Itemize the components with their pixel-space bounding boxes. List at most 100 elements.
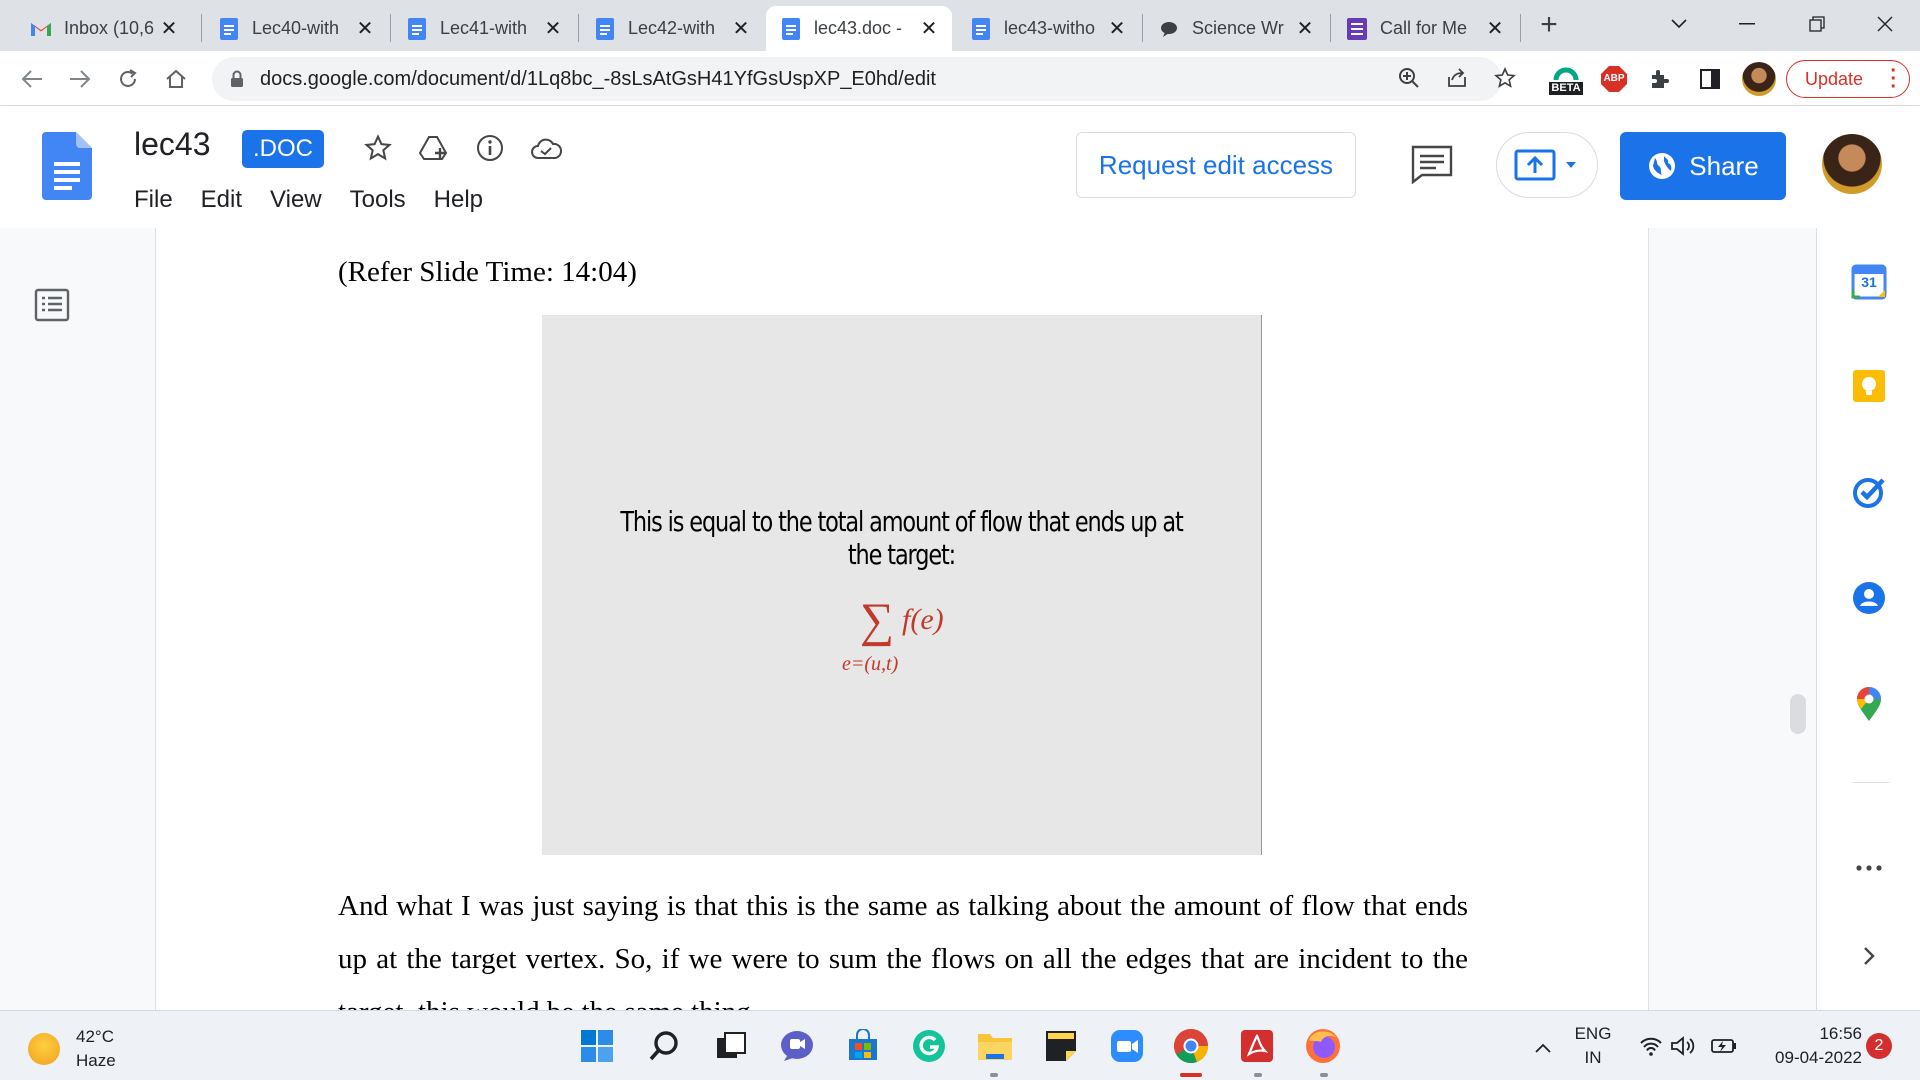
microsoft-store-icon[interactable] — [844, 1027, 882, 1065]
document-title[interactable]: lec43 — [134, 126, 211, 163]
reload-icon[interactable] — [112, 63, 144, 95]
minimize-icon[interactable] — [1724, 6, 1770, 42]
language-primary: ENG — [1574, 1024, 1612, 1043]
window-close-icon[interactable] — [1862, 6, 1908, 42]
profile-avatar[interactable] — [1742, 62, 1776, 96]
document-outline-icon[interactable] — [34, 288, 72, 324]
tab-title: lec43.doc - — [814, 18, 903, 38]
weather-widget[interactable]: 42°C Haze — [28, 1025, 116, 1073]
zoom-icon[interactable] — [1394, 63, 1424, 93]
docs-icon — [970, 17, 992, 40]
close-icon[interactable]: ✕ — [158, 18, 180, 40]
info-icon[interactable] — [474, 132, 506, 164]
close-icon[interactable]: ✕ — [1294, 18, 1316, 40]
close-icon[interactable]: ✕ — [730, 18, 752, 40]
tab-lec40[interactable]: Lec40-with ✕ — [204, 6, 388, 51]
wifi-icon[interactable] — [1636, 1027, 1666, 1065]
task-view-icon[interactable] — [712, 1027, 750, 1065]
request-edit-access-button[interactable]: Request edit access — [1076, 132, 1356, 198]
tab-title: Lec40-with — [252, 18, 340, 38]
more-vert-icon[interactable]: · · · — [1890, 61, 1897, 97]
close-icon[interactable]: ✕ — [1484, 18, 1506, 40]
search-icon[interactable] — [645, 1027, 683, 1065]
update-label: Update — [1805, 68, 1864, 89]
acrobat-icon[interactable] — [1238, 1027, 1276, 1065]
clock[interactable]: 16:56 09-04-2022 — [1744, 1022, 1862, 1070]
side-panel-icon[interactable] — [1696, 65, 1724, 93]
volume-icon[interactable] — [1668, 1027, 1698, 1065]
close-icon[interactable]: ✕ — [542, 18, 564, 40]
battery-icon[interactable] — [1708, 1027, 1740, 1065]
language-indicator[interactable]: ENG IN — [1572, 1022, 1614, 1070]
firefox-icon[interactable] — [1304, 1027, 1342, 1065]
menu-view[interactable]: View — [256, 182, 336, 218]
tab-call-for-members[interactable]: Call for Me ✕ — [1332, 6, 1518, 51]
zoom-app-icon[interactable] — [1108, 1027, 1146, 1065]
globe-icon — [1647, 151, 1677, 181]
forward-arrow-icon[interactable] — [64, 63, 96, 95]
bookmark-star-icon[interactable] — [1490, 63, 1520, 93]
menu-edit[interactable]: Edit — [187, 182, 256, 218]
extensions-puzzle-icon[interactable] — [1646, 65, 1674, 93]
notification-badge[interactable]: 2 — [1866, 1033, 1892, 1059]
running-indicator — [990, 1073, 998, 1077]
adblock-extension-icon[interactable]: ABP — [1600, 65, 1628, 93]
browser-tab-strip: Inbox (10,6 ✕ Lec40-with ✕ Lec41-with ✕ … — [0, 0, 1920, 51]
file-explorer-icon[interactable] — [976, 1027, 1014, 1065]
close-icon[interactable]: ✕ — [354, 18, 376, 40]
tray-chevron-up-icon[interactable] — [1524, 1029, 1562, 1067]
windows-start-icon[interactable] — [578, 1027, 616, 1065]
comment-history-icon[interactable] — [1410, 144, 1460, 188]
tasks-icon[interactable] — [1849, 472, 1889, 512]
url-text[interactable]: docs.google.com/document/d/1Lq8bc_-8sLsA… — [260, 68, 936, 91]
sticky-notes-icon[interactable] — [1042, 1027, 1080, 1065]
present-button[interactable] — [1496, 132, 1598, 198]
share-label: Share — [1689, 150, 1759, 181]
address-bar[interactable]: docs.google.com/document/d/1Lq8bc_-8sLsA… — [212, 57, 1502, 101]
grammarly-icon[interactable] — [910, 1027, 948, 1065]
tab-science-writing[interactable]: Science Wr ✕ — [1144, 6, 1328, 51]
back-arrow-icon[interactable] — [16, 63, 48, 95]
close-icon[interactable]: ✕ — [1106, 18, 1128, 40]
gmail-icon — [30, 18, 52, 40]
keep-icon[interactable] — [1849, 366, 1889, 406]
tab-lec42[interactable]: Lec42-with ✕ — [580, 6, 764, 51]
share-page-icon[interactable] — [1442, 63, 1472, 93]
home-icon[interactable] — [160, 63, 192, 95]
expand-panel-chevron-icon[interactable] — [1849, 936, 1889, 976]
cloud-saved-icon[interactable] — [530, 132, 562, 164]
tab-lec43-active[interactable]: lec43.doc - ✕ — [766, 6, 952, 51]
tab-lec43-without[interactable]: lec43-witho ✕ — [956, 6, 1140, 51]
close-icon[interactable]: ✕ — [918, 18, 940, 40]
share-button[interactable]: Share — [1620, 132, 1786, 200]
star-icon[interactable] — [362, 132, 394, 164]
account-avatar[interactable] — [1822, 134, 1882, 194]
lock-icon[interactable] — [228, 70, 246, 88]
update-button[interactable]: Update · · · — [1786, 60, 1910, 98]
maps-icon[interactable] — [1849, 684, 1889, 724]
temperature: 42°C — [76, 1027, 114, 1046]
tab-divider — [390, 14, 391, 42]
restore-icon[interactable] — [1794, 6, 1840, 42]
google-docs-logo-icon[interactable] — [42, 132, 92, 200]
tab-search-chevron-icon[interactable] — [1656, 6, 1702, 42]
new-tab-plus-icon[interactable]: + — [1536, 10, 1562, 40]
tab-gmail-inbox[interactable]: Inbox (10,6 ✕ — [16, 6, 192, 51]
menu-help[interactable]: Help — [420, 182, 497, 218]
teams-chat-icon[interactable] — [778, 1027, 816, 1065]
chrome-icon[interactable] — [1172, 1027, 1210, 1065]
contacts-icon[interactable] — [1849, 578, 1889, 618]
tab-divider — [578, 14, 579, 42]
tab-lec41[interactable]: Lec41-with ✕ — [392, 6, 576, 51]
add-to-drive-icon[interactable] — [418, 132, 450, 164]
beta-extension-icon[interactable]: BETA — [1546, 62, 1586, 98]
vertical-scrollbar-thumb[interactable] — [1790, 694, 1806, 734]
running-indicator — [1320, 1073, 1328, 1077]
document-page[interactable]: (Refer Slide Time: 14:04) This is equal … — [156, 228, 1648, 1010]
formula-subscript: e=(u,t) — [842, 653, 899, 675]
more-horiz-icon[interactable] — [1849, 848, 1889, 888]
menu-file[interactable]: File — [120, 182, 187, 218]
calendar-icon[interactable]: 31 — [1849, 262, 1889, 302]
docs-header: lec43 .DOC File Edit View Tools Help Req… — [0, 106, 1920, 228]
menu-tools[interactable]: Tools — [336, 182, 420, 218]
